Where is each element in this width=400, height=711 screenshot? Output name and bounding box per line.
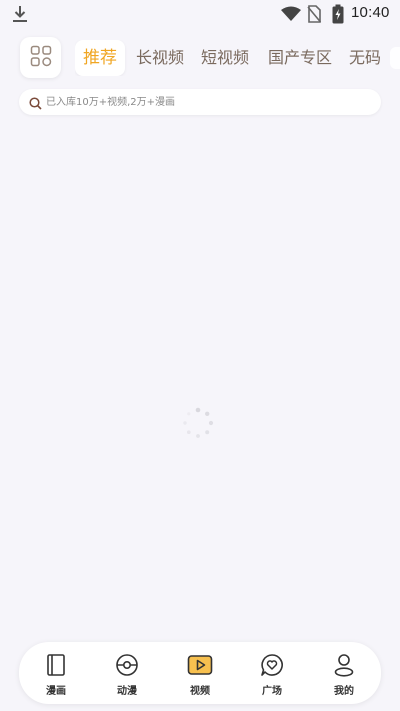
nav-mine[interactable]: 我的 [317,652,371,698]
nav-mine-label: 我的 [334,686,354,697]
nav-comics-label: 漫画 [46,686,66,697]
nav-square-label: 广场 [262,686,282,697]
nav-comics[interactable]: 漫画 [29,652,83,698]
book-icon [29,652,83,678]
search-input[interactable] [46,89,366,115]
no-sim-icon [307,5,322,27]
status-time: 10:40 [351,4,390,21]
download-icon [12,5,28,27]
tab-short-video[interactable]: 短视频 [201,40,249,76]
wifi-icon [281,6,301,26]
app-screen: 10:40 推荐 长视频 短视频 国产专区 无码 已入库10万+视频,2万+漫画… [0,0,400,711]
bottom-navigation: 漫画 动漫 视频 广场 我的 [19,642,381,704]
nav-video-label: 视频 [190,686,210,697]
tab-long-video[interactable]: 长视频 [136,40,184,76]
nav-video[interactable]: 视频 [173,652,227,698]
nav-anime-label: 动漫 [117,686,137,697]
nav-anime[interactable]: 动漫 [100,652,154,698]
search-icon [29,95,42,114]
chat-heart-icon [245,652,299,678]
status-bar: 10:40 [0,0,400,30]
loading-spinner-icon [180,405,216,441]
search-bar[interactable] [19,89,381,115]
user-icon [317,652,371,678]
tab-recommend[interactable]: 推荐 [75,40,125,76]
disc-icon [100,652,154,678]
category-tabs: 推荐 长视频 短视频 国产专区 无码 [75,40,400,76]
grid-apps-icon [30,45,52,71]
nav-square[interactable]: 广场 [245,652,299,698]
battery-charging-icon [332,4,344,28]
tab-domestic[interactable]: 国产专区 [268,40,332,76]
tab-scroll-edge [390,47,400,69]
play-icon [173,652,227,678]
category-menu-button[interactable] [20,37,61,78]
tab-uncensored[interactable]: 无码 [349,40,381,76]
